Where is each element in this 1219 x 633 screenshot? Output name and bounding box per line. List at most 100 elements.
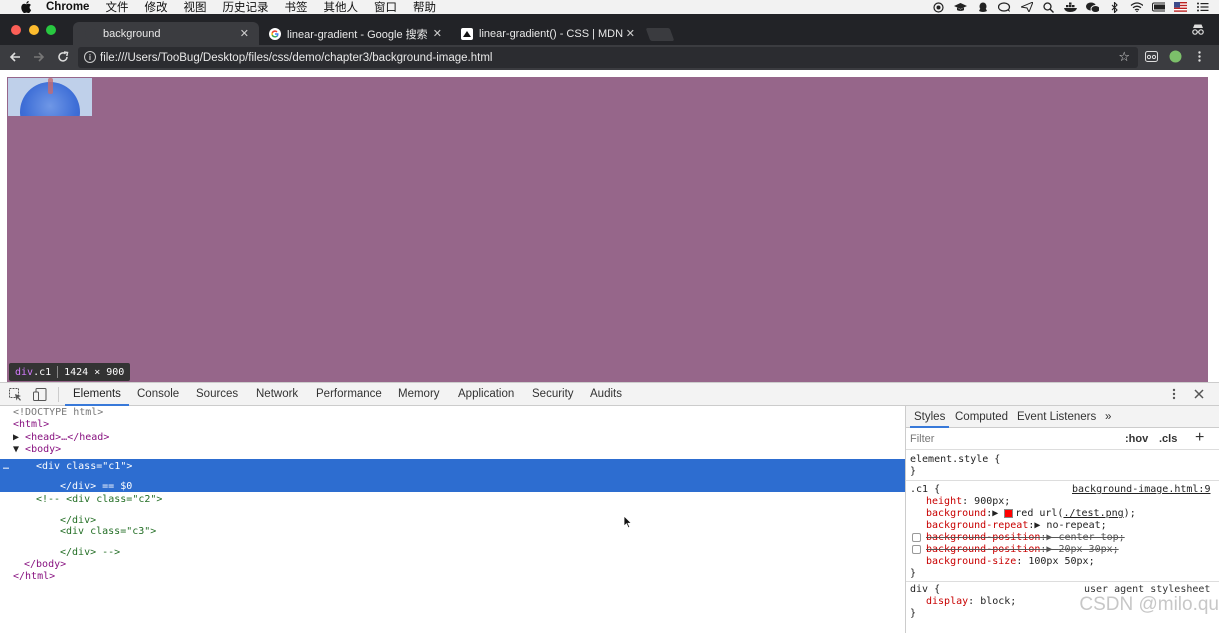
menu-edit[interactable]: 修改 [144, 0, 167, 15]
prop-background-repeat[interactable]: background-repeat:▶ no-repeat; [926, 520, 1107, 532]
tab-close-icon[interactable]: ✕ [626, 27, 635, 40]
dom-selected-row[interactable]: … <div class="c1"> </div> == $0 [0, 459, 905, 492]
apple-icon[interactable] [18, 1, 34, 13]
dom-comment-line-3[interactable]: <div class="c3"> [60, 526, 156, 538]
c1-selector[interactable]: .c1 { [910, 484, 940, 496]
wechat-icon[interactable] [1086, 2, 1099, 13]
blank-page-icon [85, 27, 97, 40]
tab-styles[interactable]: Styles [910, 406, 950, 428]
new-style-rule-icon[interactable]: + [1195, 429, 1204, 447]
tab-close-icon[interactable]: ✕ [433, 27, 442, 40]
devtools-menu-icon[interactable] [1167, 387, 1181, 401]
tab-computed[interactable]: Computed [955, 406, 1008, 428]
menu-history[interactable]: 历史记录 [222, 0, 268, 15]
tooltip-size: 1424 × 900 [64, 366, 125, 378]
qq-icon[interactable] [976, 2, 989, 12]
prop-checkbox[interactable] [912, 533, 921, 542]
record-icon[interactable] [932, 1, 945, 13]
browser-toolbar: i file:///Users/TooBug/Desktop/files/css… [0, 45, 1219, 70]
c1-source-link[interactable]: background-image.html:9 [1072, 484, 1210, 496]
div-ua-close: } [910, 608, 917, 619]
prop-display[interactable]: display: block; [926, 596, 1016, 608]
incognito-icon[interactable] [1191, 23, 1205, 38]
dom-comment-line-4[interactable]: </div> --> [60, 547, 120, 559]
dom-html-open[interactable]: <html> [13, 419, 49, 431]
menu-view[interactable]: 视图 [183, 0, 206, 15]
notification-list-icon[interactable] [1196, 2, 1209, 12]
menu-window[interactable]: 窗口 [374, 0, 397, 15]
more-tabs-icon[interactable]: » [1105, 406, 1111, 428]
tab-memory[interactable]: Memory [398, 383, 440, 406]
send-icon[interactable] [1020, 2, 1033, 12]
dom-div-c1-open[interactable]: <div class="c1"> [36, 461, 132, 473]
tab-console[interactable]: Console [137, 383, 179, 406]
dom-body-open[interactable]: ▼ <body> [13, 444, 61, 456]
inspect-element-icon[interactable] [8, 387, 22, 401]
tab-elements[interactable]: Elements [65, 383, 129, 406]
styles-filter-input[interactable]: Filter [910, 433, 934, 445]
devtools-close-icon[interactable] [1192, 387, 1206, 401]
prop-height[interactable]: height: 900px; [926, 496, 1010, 508]
forward-icon[interactable] [31, 49, 47, 65]
reload-icon[interactable] [55, 49, 71, 65]
cls-toggle[interactable]: .cls [1159, 433, 1177, 445]
battery-icon [1152, 2, 1165, 12]
info-icon[interactable]: i [84, 51, 96, 63]
devtools-panel: Elements Console Sources Network Perform… [0, 382, 1219, 633]
dom-body-close[interactable]: </body> [24, 559, 66, 571]
back-icon[interactable] [7, 49, 23, 65]
zoom-window-button[interactable] [46, 25, 56, 35]
prop-background-position-1[interactable]: background-position:▶ center top; [926, 532, 1125, 544]
tab-sources[interactable]: Sources [196, 383, 238, 406]
tab-google-search[interactable]: linear-gradient - Google 搜索 ✕ [257, 22, 452, 45]
tab-mdn[interactable]: linear-gradient() - CSS | MDN ✕ [449, 22, 645, 45]
address-bar[interactable]: i file:///Users/TooBug/Desktop/files/css… [78, 47, 1138, 68]
menu-people[interactable]: 其他人 [323, 0, 358, 15]
prop-background-size[interactable]: background-size: 100px 50px; [926, 556, 1095, 568]
prop-background[interactable]: background:▶ red url(./test.png); [926, 508, 1136, 520]
tab-title: background [103, 27, 161, 40]
chat-icon[interactable] [998, 2, 1011, 12]
page-viewport [0, 70, 1219, 382]
tab-security[interactable]: Security [532, 383, 574, 406]
new-tab-button[interactable] [645, 28, 675, 41]
tab-performance[interactable]: Performance [316, 383, 382, 406]
hov-toggle[interactable]: :hov [1125, 433, 1148, 445]
tab-network[interactable]: Network [256, 383, 298, 406]
dom-head[interactable]: ▶ <head>…</head> [13, 432, 109, 444]
profile-avatar[interactable] [1169, 50, 1182, 63]
dom-div-c1-close[interactable]: </div> == $0 [60, 481, 132, 493]
flag-us-icon[interactable] [1174, 2, 1187, 12]
dom-html-close[interactable]: </html> [13, 571, 55, 583]
menu-chrome[interactable]: Chrome [46, 1, 89, 13]
bluetooth-icon[interactable] [1108, 1, 1121, 13]
wifi-icon[interactable] [1130, 2, 1143, 12]
close-window-button[interactable] [11, 25, 21, 35]
test-png-background-image [8, 78, 92, 116]
chrome-menu-icon[interactable] [1193, 50, 1206, 63]
macos-menu-bar: Chrome 文件 修改 视图 历史记录 书签 其他人 窗口 帮助 [0, 0, 1219, 14]
element-style-selector[interactable]: element.style { [910, 454, 1000, 466]
device-toolbar-icon[interactable] [33, 387, 47, 401]
prop-checkbox[interactable] [912, 545, 921, 554]
tab-audits[interactable]: Audits [590, 383, 622, 406]
bookmark-star-icon[interactable]: ☆ [1118, 49, 1130, 65]
red-color-swatch[interactable] [1004, 508, 1014, 518]
dom-doctype[interactable]: <!DOCTYPE html> [13, 407, 103, 419]
graduation-icon[interactable] [954, 2, 967, 12]
tab-background[interactable]: background ✕ [73, 22, 259, 45]
minimize-window-button[interactable] [29, 25, 39, 35]
menu-bookmarks[interactable]: 书签 [284, 0, 307, 15]
docker-icon[interactable] [1064, 2, 1077, 12]
dom-comment-line-1[interactable]: <!-- <div class="c2"> [36, 494, 162, 506]
menu-help[interactable]: 帮助 [413, 0, 436, 15]
search-icon[interactable] [1042, 1, 1055, 13]
tab-application[interactable]: Application [458, 383, 514, 406]
extension-icon[interactable] [1145, 50, 1158, 63]
tab-strip: background ✕ linear-gradient - Google 搜索… [0, 14, 1219, 45]
menu-file[interactable]: 文件 [105, 0, 128, 15]
tab-event-listeners[interactable]: Event Listeners [1017, 406, 1096, 428]
tab-close-icon[interactable]: ✕ [240, 27, 249, 40]
div-ua-selector[interactable]: div { [910, 584, 940, 596]
prop-background-position-2[interactable]: background-position:▶ 20px 30px; [926, 544, 1119, 556]
